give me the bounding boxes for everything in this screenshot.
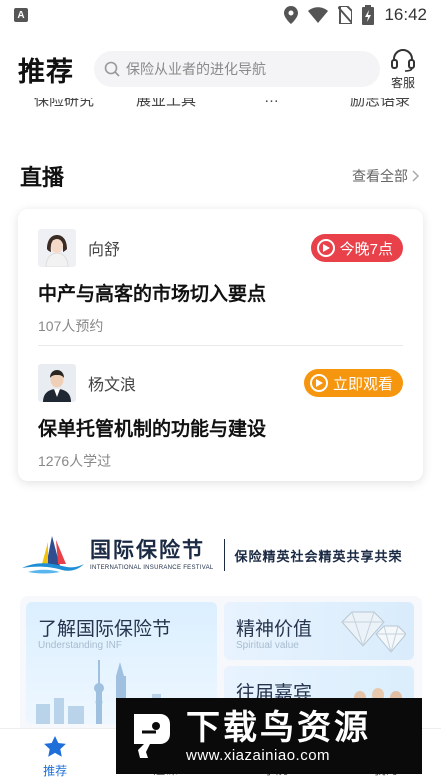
top-header: 推荐 客服	[0, 44, 441, 94]
live-badge-label: 立即观看	[332, 375, 393, 393]
status-bar: A 16:42	[0, 0, 441, 30]
course-title: 中产与高客的市场切入要点	[38, 284, 267, 305]
play-icon	[316, 239, 335, 257]
search-input[interactable]	[126, 61, 366, 77]
card-subtitle: Understanding INF	[38, 640, 122, 651]
diamond-image	[341, 611, 406, 653]
customer-service-label: 客服	[390, 75, 415, 90]
category-item[interactable]: 展业工具	[136, 98, 196, 110]
category-item[interactable]: 保险研究	[34, 98, 94, 110]
search-icon	[104, 61, 120, 77]
festival-logo-icon	[22, 536, 84, 574]
app-notification-icon: A	[14, 8, 28, 22]
course-meta: 1276人学过	[38, 453, 112, 469]
watermark-brand: 下载鸟资源	[186, 708, 371, 747]
live-badge[interactable]: 立即观看	[303, 369, 403, 397]
live-card: 向舒 今晚7点 中产与高客的市场切入要点 107人预约 杨文浪 立即观看 保单托…	[18, 209, 423, 481]
host-name: 杨文浪	[88, 377, 137, 394]
festival-name-en: INTERNATIONAL INSURANCE FESTIVAL	[90, 564, 214, 571]
card-subtitle: Spiritual value	[236, 640, 299, 651]
host-name: 向舒	[88, 242, 121, 259]
festival-name: 国际保险节	[90, 538, 205, 562]
live-badge-label: 今晚7点	[339, 240, 393, 258]
play-icon	[309, 374, 328, 392]
host-avatar	[38, 229, 76, 267]
live-badge[interactable]: 今晚7点	[310, 234, 403, 262]
watermark-url: www.xiazainiao.com	[186, 746, 331, 764]
wifi-icon	[308, 7, 329, 23]
live-item[interactable]: 杨文浪 立即观看 保单托管机制的功能与建设 1276人学过	[38, 364, 403, 471]
watermark-overlay: 下载鸟资源 www.xiazainiao.com	[116, 698, 422, 774]
live-section-header: 直播 查看全部	[20, 160, 420, 192]
host-avatar	[38, 364, 76, 402]
festival-banner[interactable]: 国际保险节 INTERNATIONAL INSURANCE FESTIVAL 保…	[22, 530, 422, 580]
bird-logo-icon	[134, 714, 170, 758]
see-all-label: 查看全部	[352, 168, 408, 184]
live-item[interactable]: 向舒 今晚7点 中产与高客的市场切入要点 107人预约	[38, 229, 403, 336]
no-sim-icon	[338, 6, 353, 24]
spiritual-value-card[interactable]: 精神价值 Spiritual value	[224, 602, 414, 660]
divider	[38, 345, 403, 346]
customer-service-button[interactable]: 客服	[383, 48, 423, 91]
nav-recommend[interactable]: 推荐	[0, 729, 110, 784]
card-title: 精神价值	[236, 619, 313, 640]
card-title: 了解国际保险节	[38, 619, 172, 640]
page-title: 推荐	[18, 56, 74, 87]
course-title: 保单托管机制的功能与建设	[38, 419, 267, 440]
category-item[interactable]: …	[264, 98, 279, 106]
headset-icon	[391, 48, 415, 72]
course-meta: 107人预约	[38, 318, 104, 334]
live-section-title: 直播	[20, 165, 65, 190]
star-icon	[44, 735, 67, 757]
app-screen: A 16:42 推荐 客服 保险研究 展业工具 … 励志语录 直播 查看全部	[0, 0, 441, 784]
location-icon	[284, 6, 299, 24]
chevron-right-icon	[412, 170, 420, 182]
divider	[223, 539, 225, 571]
battery-charging-icon	[362, 5, 375, 25]
search-bar[interactable]	[94, 51, 380, 87]
nav-label: 推荐	[43, 763, 68, 778]
category-strip: 保险研究 展业工具 … 励志语录	[0, 98, 441, 116]
see-all-link[interactable]: 查看全部	[352, 166, 420, 186]
clock: 16:42	[384, 5, 427, 24]
category-item[interactable]: 励志语录	[350, 98, 410, 110]
festival-slogan: 保险精英社会精英共享共荣	[234, 548, 403, 564]
